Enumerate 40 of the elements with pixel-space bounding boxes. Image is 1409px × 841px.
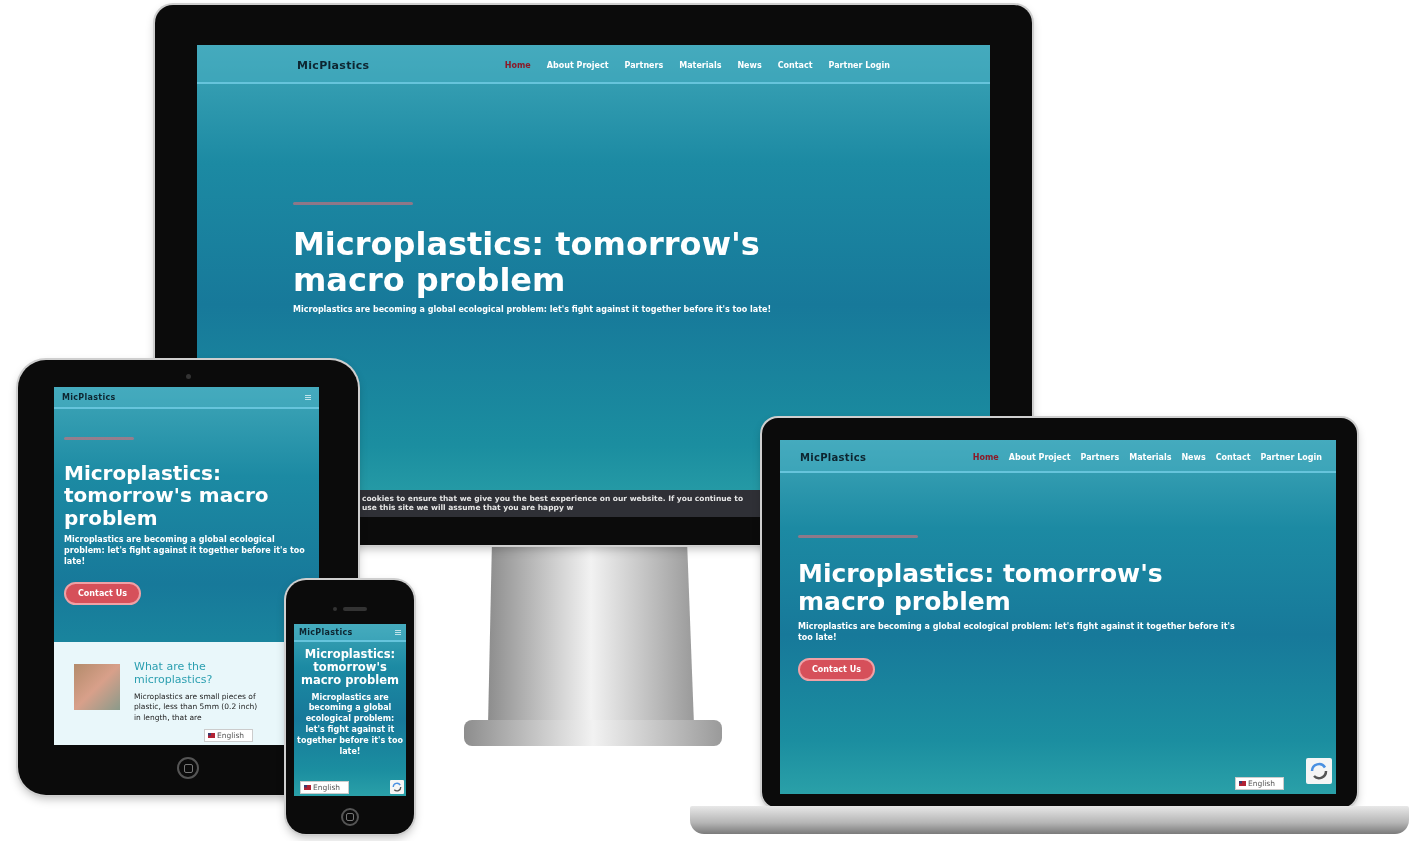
- site-logo[interactable]: MicPlastics: [299, 628, 353, 637]
- nav-link[interactable]: News: [1181, 453, 1206, 462]
- nav-link[interactable]: Partner Login: [828, 61, 890, 70]
- recaptcha-icon: [390, 780, 404, 794]
- site-logo[interactable]: MicPlastics: [297, 59, 370, 72]
- hero-subtitle: Microplastics are becoming a global ecological problem: let's fight against it together before it's too late!: [64, 535, 306, 568]
- hero-title: Microplastics: tomorrow's macro problem: [798, 560, 1164, 616]
- nav-link[interactable]: About Project: [546, 61, 609, 70]
- blurred-tagline: [64, 437, 134, 440]
- photo-placeholder: [74, 664, 120, 711]
- contact-button[interactable]: Contact Us: [64, 581, 141, 605]
- nav-link[interactable]: News: [737, 61, 762, 70]
- hero-subtitle: Microplastics are becoming a global ecological problem: let's fight against it together before it's too late!: [293, 304, 773, 316]
- hero-subtitle: Microplastics are becoming a global ecological problem: let's fight against it together before it's too late!: [297, 692, 403, 758]
- nav-link[interactable]: Partners: [624, 61, 664, 70]
- speaker-icon: [343, 607, 367, 611]
- site-logo[interactable]: MicPlastics: [800, 452, 867, 463]
- home-button[interactable]: [177, 757, 199, 779]
- section-heading: What are the microplastics?: [134, 660, 214, 687]
- nav-link[interactable]: Contact: [1215, 453, 1251, 462]
- nav-link[interactable]: Home: [972, 453, 999, 462]
- nav-link[interactable]: Materials: [679, 61, 722, 70]
- nav-link[interactable]: Partners: [1080, 453, 1120, 462]
- camera-icon: [333, 607, 337, 611]
- nav-link[interactable]: About Project: [1008, 453, 1071, 462]
- nav-link[interactable]: Home: [504, 61, 531, 70]
- contact-button[interactable]: Contact Us: [798, 657, 875, 681]
- hero-subtitle: Microplastics are becoming a global ecological problem: let's fight against it together before it's too late!: [798, 622, 1236, 644]
- nav-link[interactable]: Partner Login: [1260, 453, 1322, 462]
- recaptcha-icon: [1306, 758, 1332, 784]
- flag-icon: [208, 733, 215, 738]
- nav-link[interactable]: Materials: [1129, 453, 1172, 462]
- site-logo[interactable]: MicPlastics: [62, 393, 116, 402]
- hero-title: Microplastics: tomorrow's macro problem: [300, 648, 400, 687]
- camera-icon: [185, 374, 191, 379]
- nav-link[interactable]: Contact: [777, 61, 813, 70]
- flag-icon: [1238, 781, 1246, 786]
- flag-icon: [304, 785, 311, 790]
- hero-title: Microplastics: tomorrow's macro problem: [293, 227, 761, 299]
- home-button[interactable]: [341, 808, 359, 826]
